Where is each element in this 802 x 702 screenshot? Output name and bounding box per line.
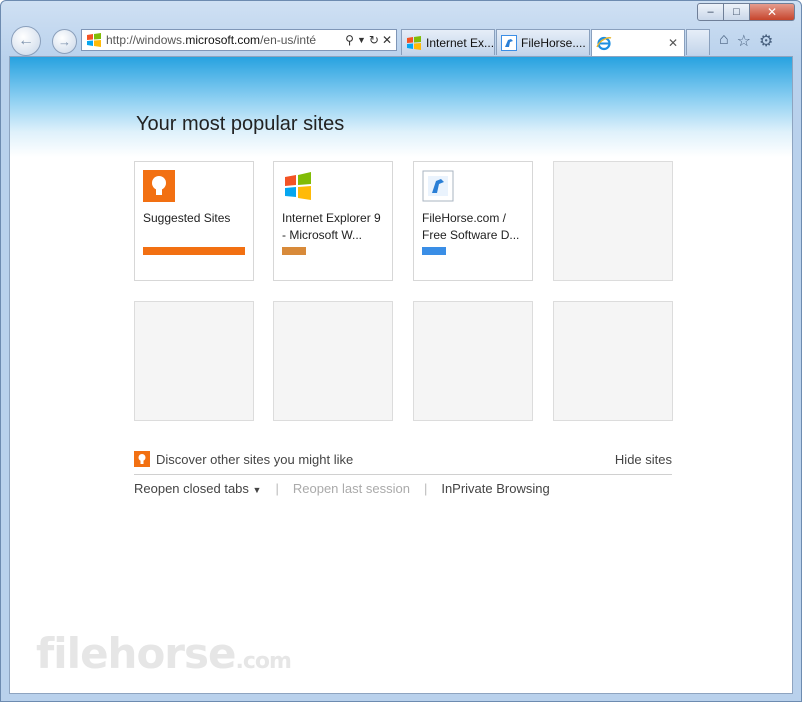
tile-empty[interactable]: [553, 161, 673, 281]
new-tab-button[interactable]: [686, 29, 710, 55]
tab-label: Internet Ex...: [426, 35, 495, 50]
tile-empty[interactable]: [413, 301, 533, 421]
dropdown-arrow-icon[interactable]: ▼: [357, 35, 366, 47]
tile-empty[interactable]: [134, 301, 254, 421]
forward-button[interactable]: →: [52, 29, 77, 54]
command-icons: ⌂ ☆ ⚙: [719, 31, 773, 51]
dropdown-arrow-icon: ▼: [252, 485, 262, 495]
page-title: Your most popular sites: [136, 113, 345, 135]
refresh-icon[interactable]: ↻: [369, 33, 379, 47]
search-icon[interactable]: ⚲: [345, 33, 354, 47]
usage-bar: [422, 247, 446, 255]
filehorse-icon: [501, 34, 517, 51]
separator: |: [423, 481, 428, 496]
tab-close-icon[interactable]: ✕: [668, 36, 678, 50]
address-bar[interactable]: http://windows.microsoft.com/en-us/inté …: [81, 29, 397, 51]
hide-sites-link[interactable]: Hide sites: [615, 452, 672, 467]
tab-internet-explorer[interactable]: Internet Ex...: [401, 29, 495, 55]
favorites-star-icon[interactable]: ☆: [737, 31, 751, 51]
lightbulb-icon: [143, 170, 175, 202]
maximize-button[interactable]: □: [724, 3, 750, 21]
tile-filehorse[interactable]: FileHorse.com / Free Software D...: [413, 161, 533, 281]
reopen-closed-tabs-link[interactable]: Reopen closed tabs ▼: [134, 481, 261, 496]
ie-icon: [596, 36, 612, 51]
lightbulb-icon: [134, 451, 150, 467]
tile-suggested-sites[interactable]: Suggested Sites: [134, 161, 254, 281]
tab-actions: Reopen closed tabs ▼ | Reopen last sessi…: [134, 481, 550, 496]
new-tab-page: Your most popular sites Suggested Sites …: [9, 56, 793, 694]
stop-icon[interactable]: ✕: [382, 33, 392, 47]
window-controls: – □ ✕: [697, 3, 795, 21]
tab-label: FileHorse....: [521, 35, 586, 50]
home-icon[interactable]: ⌂: [719, 31, 729, 51]
address-url[interactable]: http://windows.microsoft.com/en-us/inté: [106, 33, 345, 47]
windows-flag-icon: [407, 35, 421, 50]
tab-new-active[interactable]: ✕: [591, 29, 685, 56]
back-button[interactable]: ←: [11, 26, 41, 56]
filehorse-watermark: filehorse.com: [36, 629, 292, 678]
tile-label: Suggested Sites: [143, 211, 231, 225]
filehorse-icon: [422, 170, 454, 202]
tab-filehorse[interactable]: FileHorse....: [496, 29, 590, 55]
back-arrow-icon: ←: [18, 32, 34, 49]
discover-bar: Discover other sites you might like Hide…: [134, 451, 672, 475]
forward-arrow-icon: →: [58, 34, 71, 49]
windows-flag-icon: [285, 172, 311, 200]
windows-flag-icon: [87, 33, 101, 47]
separator: |: [275, 481, 279, 496]
tile-label: FileHorse.com / Free Software D...: [422, 211, 520, 242]
tile-empty[interactable]: [273, 301, 393, 421]
reopen-last-session-link: Reopen last session: [292, 481, 410, 496]
close-button[interactable]: ✕: [750, 3, 795, 21]
browser-window: – □ ✕ ← → http://windows.microsoft.com/e…: [0, 0, 802, 702]
minimize-button[interactable]: –: [697, 3, 724, 21]
usage-bar: [282, 247, 306, 255]
gear-icon[interactable]: ⚙: [759, 31, 773, 51]
usage-bar: [143, 247, 245, 255]
tile-label: Internet Explorer 9 - Microsoft W...: [282, 211, 381, 242]
tile-internet-explorer[interactable]: Internet Explorer 9 - Microsoft W...: [273, 161, 393, 281]
discover-link[interactable]: Discover other sites you might like: [156, 452, 353, 467]
inprivate-browsing-link[interactable]: InPrivate Browsing: [441, 481, 549, 496]
tile-empty[interactable]: [553, 301, 673, 421]
